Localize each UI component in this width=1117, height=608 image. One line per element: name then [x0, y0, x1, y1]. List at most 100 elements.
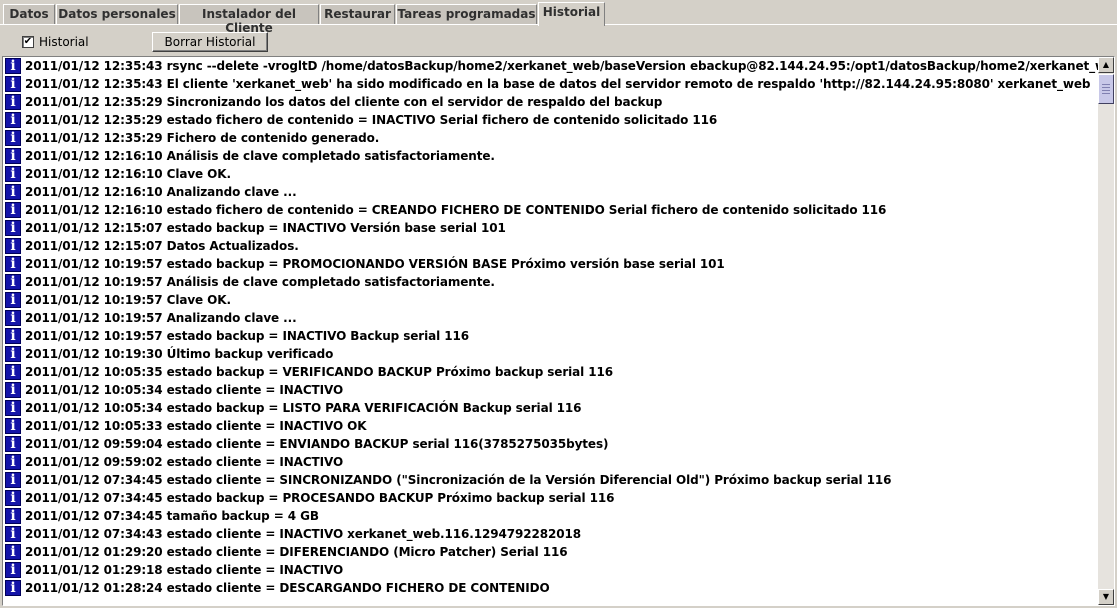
info-icon: i — [5, 436, 21, 452]
log-entry: i 2011/01/12 12:16:10 estado fichero de c… — [3, 201, 1098, 219]
log-entry-text: 2011/01/12 10:05:34 estado cliente = INA… — [25, 383, 344, 397]
scrollbar-thumb[interactable] — [1098, 74, 1114, 104]
info-icon: i — [5, 400, 21, 416]
log-entry: i 2011/01/12 10:19:57 Análisis de clave c… — [3, 273, 1098, 291]
tab-datos-personales[interactable]: Datos personales — [56, 4, 178, 24]
log-entry-text: 2011/01/12 07:34:45 tamaño backup = 4 GB — [25, 509, 319, 523]
log-entry: i 2011/01/12 10:05:34 estado cliente = IN… — [3, 381, 1098, 399]
log-entry-text: 2011/01/12 10:19:57 estado backup = PROM… — [25, 257, 725, 271]
log-entry: i 2011/01/12 12:35:43 El cliente 'xerkane… — [3, 75, 1098, 93]
info-icon: i — [5, 130, 21, 146]
log-entry-text: 2011/01/12 12:15:07 estado backup = INAC… — [25, 221, 506, 235]
info-icon: i — [5, 76, 21, 92]
log-entry-text: 2011/01/12 12:35:43 rsync --delete -vrog… — [25, 59, 1098, 73]
info-icon: i — [5, 112, 21, 128]
log-entry: i 2011/01/12 01:29:20 estado cliente = DI… — [3, 543, 1098, 561]
info-icon: i — [5, 364, 21, 380]
log-entry-text: 2011/01/12 12:16:10 Analizando clave ... — [25, 185, 297, 199]
log-entry-text: 2011/01/12 12:16:10 Análisis de clave co… — [25, 149, 495, 163]
log-entry-text: 2011/01/12 12:35:29 Sincronizando los da… — [25, 95, 663, 109]
history-log-list: i 2011/01/12 12:35:43 rsync --delete -vro… — [3, 57, 1098, 605]
info-icon: i — [5, 94, 21, 110]
log-entry-text: 2011/01/12 10:19:57 Clave OK. — [25, 293, 231, 307]
log-entry: i 2011/01/12 07:34:45 estado backup = PRO… — [3, 489, 1098, 507]
info-icon: i — [5, 454, 21, 470]
info-icon: i — [5, 238, 21, 254]
log-entry-text: 2011/01/12 12:16:10 Clave OK. — [25, 167, 231, 181]
log-entry: i 2011/01/12 12:15:07 estado backup = INA… — [3, 219, 1098, 237]
log-entry-text: 2011/01/12 07:34:45 estado backup = PROC… — [25, 491, 615, 505]
log-entry-text: 2011/01/12 12:15:07 Datos Actualizados. — [25, 239, 299, 253]
historial-checkbox[interactable]: ✔ Historial — [22, 35, 89, 49]
tab-tareas-programadas[interactable]: Tareas programadas — [396, 4, 537, 24]
clear-history-button[interactable]: Borrar Historial — [152, 32, 268, 52]
log-entry: i 2011/01/12 12:15:07 Datos Actualizados. — [3, 237, 1098, 255]
arrow-up-icon[interactable]: ▲ — [1098, 57, 1114, 73]
info-icon: i — [5, 562, 21, 578]
info-icon: i — [5, 148, 21, 164]
info-icon: i — [5, 472, 21, 488]
log-entry: i 2011/01/12 10:05:35 estado backup = VER… — [3, 363, 1098, 381]
info-icon: i — [5, 310, 21, 326]
info-icon: i — [5, 580, 21, 596]
log-entry: i 2011/01/12 01:29:18 estado cliente = IN… — [3, 561, 1098, 579]
log-entry: i 2011/01/12 10:19:57 estado backup = PRO… — [3, 255, 1098, 273]
log-entry-text: 2011/01/12 10:05:34 estado backup = LIST… — [25, 401, 582, 415]
info-icon: i — [5, 292, 21, 308]
log-entry: i 2011/01/12 09:59:04 estado cliente = EN… — [3, 435, 1098, 453]
info-icon: i — [5, 490, 21, 506]
info-icon: i — [5, 418, 21, 434]
tab-datos[interactable]: Datos — [3, 4, 55, 24]
log-entry: i 2011/01/12 10:19:57 Clave OK. — [3, 291, 1098, 309]
log-entry: i 2011/01/12 10:05:33 estado cliente = IN… — [3, 417, 1098, 435]
backup-client-window: Datos Datos personales Instalador del Cl… — [0, 0, 1117, 608]
log-entry-text: 2011/01/12 10:19:57 Analizando clave ... — [25, 311, 297, 325]
check-icon[interactable]: ✔ — [22, 36, 34, 48]
info-icon: i — [5, 274, 21, 290]
info-icon: i — [5, 58, 21, 74]
log-entry-text: 2011/01/12 07:34:45 estado cliente = SIN… — [25, 473, 892, 487]
log-entry: i 2011/01/12 01:28:24 estado cliente = DE… — [3, 579, 1098, 597]
tab-historial[interactable]: Historial — [538, 2, 605, 26]
tab-bar: Datos Datos personales Instalador del Cl… — [0, 0, 1117, 35]
log-entry-text: 2011/01/12 01:29:18 estado cliente = INA… — [25, 563, 344, 577]
log-entry-text: 2011/01/12 10:19:57 estado backup = INAC… — [25, 329, 469, 343]
info-icon: i — [5, 526, 21, 542]
log-entry: i 2011/01/12 10:19:57 estado backup = INA… — [3, 327, 1098, 345]
log-entry-text: 2011/01/12 12:35:29 Fichero de contenido… — [25, 131, 380, 145]
log-entry: i 2011/01/12 07:34:45 tamaño backup = 4 G… — [3, 507, 1098, 525]
tab-restaurar[interactable]: Restaurar — [320, 4, 395, 24]
info-icon: i — [5, 544, 21, 560]
log-entry: i 2011/01/12 12:16:10 Analizando clave ..… — [3, 183, 1098, 201]
info-icon: i — [5, 256, 21, 272]
log-entry: i 2011/01/12 12:35:29 Fichero de contenid… — [3, 129, 1098, 147]
log-entry: i 2011/01/12 10:19:57 Analizando clave ..… — [3, 309, 1098, 327]
log-entry-text: 2011/01/12 10:19:57 Análisis de clave co… — [25, 275, 495, 289]
log-entry-text: 2011/01/12 09:59:02 estado cliente = INA… — [25, 455, 344, 469]
log-entry-text: 2011/01/12 10:05:33 estado cliente = INA… — [25, 419, 367, 433]
log-entry-text: 2011/01/12 10:19:30 Último backup verifi… — [25, 347, 334, 361]
log-entry-text: 2011/01/12 01:29:20 estado cliente = DIF… — [25, 545, 568, 559]
log-entry-text: 2011/01/12 09:59:04 estado cliente = ENV… — [25, 437, 609, 451]
info-icon: i — [5, 346, 21, 362]
arrow-down-icon[interactable]: ▼ — [1098, 589, 1114, 605]
historial-checkbox-label: Historial — [39, 35, 89, 49]
log-entry-text: 2011/01/12 07:34:43 estado cliente = INA… — [25, 527, 581, 541]
log-entry-text: 2011/01/12 12:16:10 estado fichero de co… — [25, 203, 887, 217]
info-icon: i — [5, 328, 21, 344]
vertical-scrollbar[interactable]: ▲ ▼ — [1098, 57, 1114, 605]
info-icon: i — [5, 382, 21, 398]
log-entry: i 2011/01/12 12:35:29 estado fichero de c… — [3, 111, 1098, 129]
log-entry: i 2011/01/12 09:59:02 estado cliente = IN… — [3, 453, 1098, 471]
tab-instalador-del-cliente[interactable]: Instalador del Cliente — [179, 4, 319, 35]
log-entry-text: 2011/01/12 12:35:29 estado fichero de co… — [25, 113, 718, 127]
info-icon: i — [5, 220, 21, 236]
log-entry: i 2011/01/12 12:16:10 Análisis de clave c… — [3, 147, 1098, 165]
history-log-panel: i 2011/01/12 12:35:43 rsync --delete -vro… — [2, 56, 1115, 606]
info-icon: i — [5, 166, 21, 182]
toolbar: ✔ Historial Borrar Historial — [0, 26, 1117, 56]
log-entry: i 2011/01/12 12:35:43 rsync --delete -vro… — [3, 57, 1098, 75]
info-icon: i — [5, 202, 21, 218]
log-entry: i 2011/01/12 12:35:29 Sincronizando los d… — [3, 93, 1098, 111]
log-entry-text: 2011/01/12 12:35:43 El cliente 'xerkanet… — [25, 77, 1091, 91]
